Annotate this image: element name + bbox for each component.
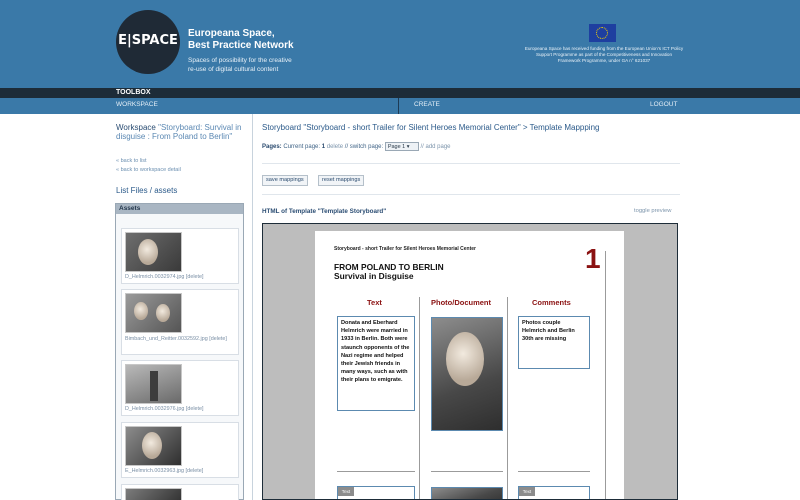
asset-file-link[interactable]: D_Helmrich.0032974.jpg <box>125 274 184 280</box>
espace-logo[interactable]: E|SPACE <box>116 10 180 74</box>
divider <box>262 163 680 164</box>
asset-filename[interactable]: Bimbach_und_Reitter.0032592.jpg [delete] <box>125 336 237 343</box>
asset-delete-link[interactable]: [delete] <box>186 406 204 412</box>
toolbox-label: TOOLBOX <box>116 89 151 96</box>
back-to-list-link[interactable]: « back to list <box>116 158 147 164</box>
workspace-prefix: Workspace <box>116 123 156 132</box>
pages-label: Pages: <box>262 144 282 151</box>
eu-flag-icon <box>589 24 616 42</box>
row-rule <box>337 471 415 472</box>
reset-mappings-button[interactable]: reset mappings <box>318 175 365 186</box>
brand-title-line-2: Best Practice Network <box>188 40 294 51</box>
nav-workspace[interactable]: WORKSPACE <box>116 101 158 108</box>
row-rule <box>431 471 503 472</box>
breadcrumb[interactable]: Storyboard "Storyboard - short Trailer f… <box>262 123 599 132</box>
column-rule <box>419 297 420 499</box>
storyboard-title: FROM POLAND TO BERLIN Survival in Disgui… <box>334 263 444 281</box>
delete-page-link[interactable]: delete <box>327 144 343 150</box>
workspace-title: Workspace "Storyboard: Survival in disgu… <box>116 123 246 141</box>
asset-file-link[interactable]: E_Helmrich.0032963.jpg <box>125 468 184 474</box>
asset-card[interactable]: E_Helmrich.0032963.jpg [delete] <box>121 422 239 478</box>
asset-card[interactable]: D_Helmrich.0032974.jpg [delete] <box>121 228 239 284</box>
logo-text: E|SPACE <box>118 33 178 48</box>
asset-filename[interactable]: D_Helmrich.0032974.jpg [delete] <box>125 274 204 281</box>
template-title: HTML of Template "Template Storyboard" <box>262 208 387 215</box>
current-page-text: Current page: <box>283 144 321 151</box>
page-select-value: Page 1 <box>387 144 406 150</box>
column-rule <box>605 251 606 499</box>
switch-page-text: // switch page: <box>344 144 384 151</box>
nav-divider <box>398 98 399 114</box>
asset-file-link[interactable]: Bimbach_und_Reitter.0032592.jpg <box>125 336 208 342</box>
asset-thumbnail[interactable] <box>125 293 182 333</box>
text-slot[interactable] <box>337 486 415 499</box>
eu-funding-note: Europeana Space has received funding fro… <box>524 46 684 63</box>
save-mappings-button[interactable]: save mappings <box>262 175 308 186</box>
asset-delete-link[interactable]: [delete] <box>186 274 204 280</box>
tagline-line-2: re-use of digital cultural content <box>188 66 279 73</box>
toggle-preview-link[interactable]: toggle preview <box>634 208 671 214</box>
asset-file-link[interactable]: D_Helmrich.0032976.jpg <box>125 406 184 412</box>
brand-tagline: Spaces of possibility for the creative r… <box>188 56 292 74</box>
photo-slot[interactable] <box>431 487 503 499</box>
storyboard-page-number: 1 <box>585 243 601 274</box>
tagline-line-1: Spaces of possibility for the creative <box>188 57 292 64</box>
current-page-number: 1 <box>321 144 326 151</box>
asset-thumbnail[interactable] <box>125 232 182 272</box>
comments-slot[interactable]: Photos couple Helmrich and Berlin 30th a… <box>518 316 590 369</box>
comments-slot-content: Photos couple Helmrich and Berlin 30th a… <box>522 320 575 343</box>
asset-card[interactable] <box>121 484 239 500</box>
column-divider <box>252 114 253 500</box>
add-page-link[interactable]: // add page <box>420 144 450 150</box>
asset-delete-link[interactable]: [delete] <box>186 468 204 474</box>
asset-thumbnail[interactable] <box>125 488 182 500</box>
text-slot-content: Donata and Eberhard Helmrich were marrie… <box>341 320 410 384</box>
page-controls: Pages: Current page: 1 delete // switch … <box>262 142 451 151</box>
storyboard-page: Storyboard - short Trailer for Silent He… <box>315 231 624 499</box>
comments-slot[interactable] <box>518 486 590 499</box>
asset-card[interactable]: Bimbach_und_Reitter.0032592.jpg [delete] <box>121 289 239 355</box>
brand-title-line-1: Europeana Space, <box>188 28 275 39</box>
back-to-workspace-detail-link[interactable]: « back to workspace detail <box>116 167 181 173</box>
asset-filename[interactable]: E_Helmrich.0032963.jpg [delete] <box>125 468 203 475</box>
row-rule <box>518 471 590 472</box>
column-header-text: Text <box>367 298 382 307</box>
asset-filename[interactable]: D_Helmrich.0032976.jpg [delete] <box>125 406 204 413</box>
template-preview: Storyboard - short Trailer for Silent He… <box>262 223 678 500</box>
list-files-heading[interactable]: List Files / assets <box>116 186 177 195</box>
page-select[interactable]: Page 1 ▾ <box>384 142 419 151</box>
photo-slot[interactable] <box>431 317 503 431</box>
storyboard-header: Storyboard - short Trailer for Silent He… <box>334 246 476 252</box>
asset-thumbnail[interactable] <box>125 364 182 404</box>
nav-logout[interactable]: LOGOUT <box>650 101 677 108</box>
asset-delete-link[interactable]: [delete] <box>209 336 227 342</box>
site-header: E|SPACE Europeana Space, Best Practice N… <box>0 0 800 88</box>
text-slot[interactable]: Donata and Eberhard Helmrich were marrie… <box>337 316 415 411</box>
nav-create[interactable]: CREATE <box>414 101 440 108</box>
divider <box>262 194 680 195</box>
column-header-comments: Comments <box>532 298 571 307</box>
column-rule <box>507 297 508 499</box>
column-header-photo: Photo/Document <box>431 298 491 307</box>
assets-heading: Assets <box>116 204 243 214</box>
brand-title: Europeana Space, Best Practice Network <box>188 28 294 52</box>
asset-card[interactable]: D_Helmrich.0032976.jpg [delete] <box>121 360 239 416</box>
asset-thumbnail[interactable] <box>125 426 182 466</box>
storyboard-title-line-2: Survival in Disguise <box>334 271 414 281</box>
assets-panel: Assets D_Helmrich.0032974.jpg [delete] B… <box>115 203 244 500</box>
